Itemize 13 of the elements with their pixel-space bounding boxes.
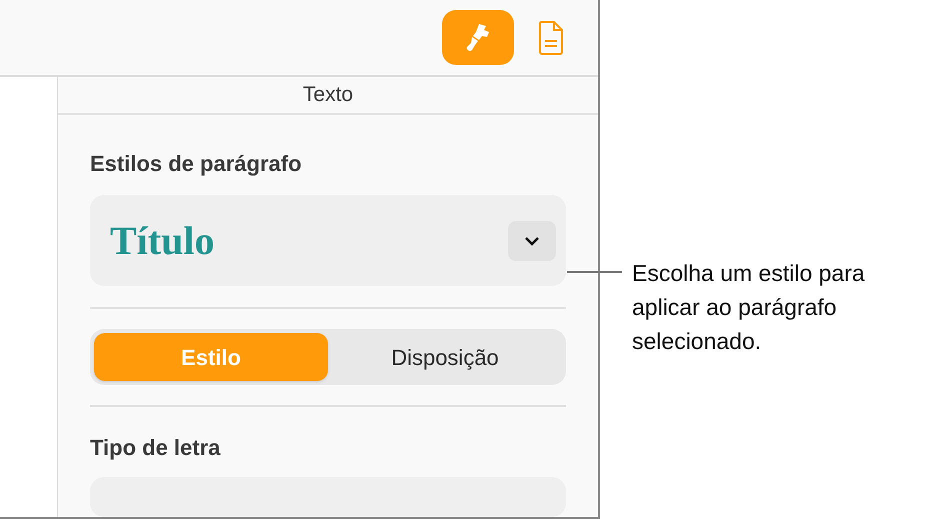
leader-line [567,271,622,273]
section-label: Estilos de parágrafo [90,150,303,178]
chevron-down-icon [508,220,556,260]
segment-tab[interactable]: Estilo [94,333,328,381]
document-icon [537,20,565,56]
section-label: Tipo de letra [90,434,222,462]
callout-text: Escolha um estilo para aplicar ao parágrafo selecionado. [632,259,866,356]
paragraph-style-popup[interactable]: Título [90,195,566,286]
paintbrush-icon [465,22,491,52]
panel-title: Texto [302,82,354,108]
segment-tab[interactable]: Disposição [328,333,562,381]
format-button[interactable] [442,10,514,65]
style-name: Título [110,216,214,264]
